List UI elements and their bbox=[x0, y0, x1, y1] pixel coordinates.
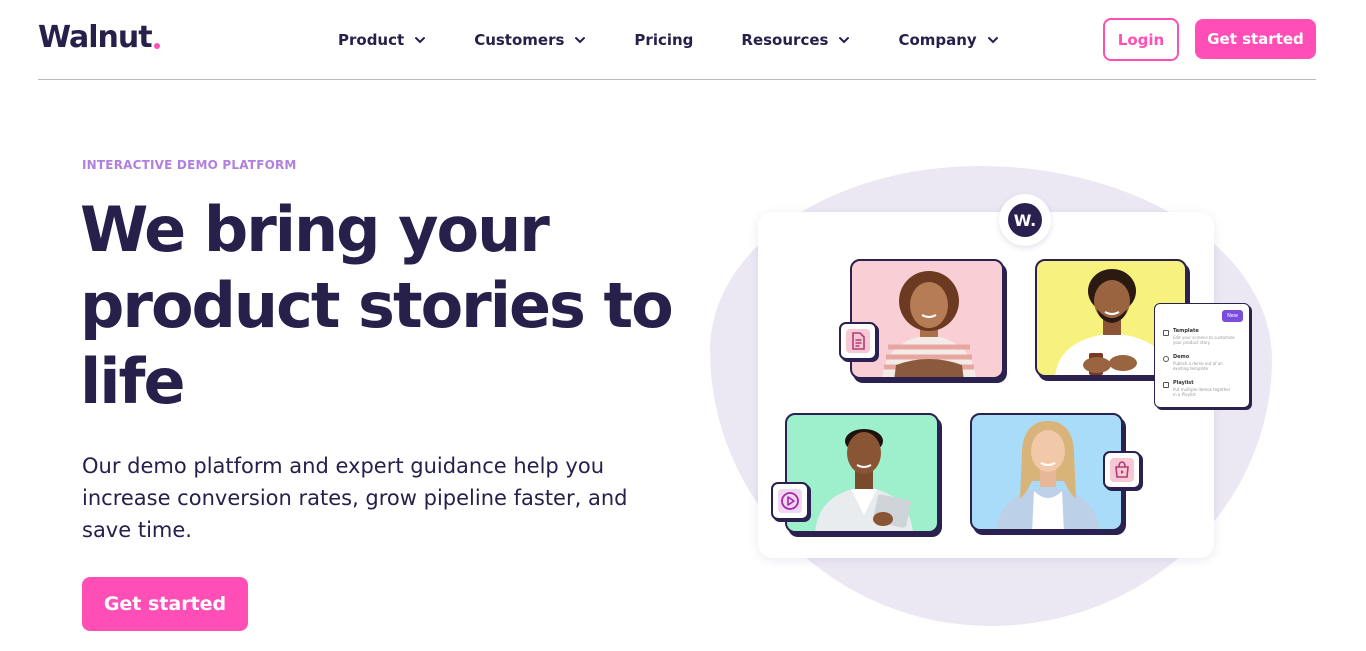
nav-item-pricing[interactable]: Pricing bbox=[634, 30, 693, 50]
site-header: Walnut Product Customers Pricing Resourc… bbox=[38, 0, 1316, 80]
chevron-down-icon bbox=[415, 37, 426, 44]
document-icon bbox=[846, 329, 870, 353]
menu-item-desc: Put multiple demos together in a Playlis… bbox=[1173, 387, 1231, 397]
hero-eyebrow: INTERACTIVE DEMO PLATFORM bbox=[82, 158, 297, 172]
person-illustration bbox=[815, 429, 913, 531]
person-tile-pink bbox=[850, 259, 1004, 379]
walnut-badge: W. bbox=[999, 194, 1051, 246]
menu-item-title: Demo bbox=[1173, 354, 1190, 360]
chevron-down-icon bbox=[839, 37, 850, 44]
person-illustration bbox=[882, 271, 976, 377]
login-button[interactable]: Login bbox=[1103, 18, 1179, 61]
hero-subtext: Our demo platform and expert guidance he… bbox=[82, 454, 628, 542]
menu-item-title: Template bbox=[1173, 328, 1199, 334]
menu-item-title: Playlist bbox=[1173, 380, 1194, 386]
play-icon-chip bbox=[771, 482, 809, 520]
chevron-down-icon bbox=[575, 37, 586, 44]
menu-item-desc: Edit your screens to customize your prod… bbox=[1173, 335, 1235, 345]
nav-item-label: Product bbox=[338, 31, 405, 49]
hero-headline: We bring your product stories to life bbox=[80, 193, 674, 418]
play-icon bbox=[778, 489, 802, 513]
menu-item-desc: Publish a demo out of an existing templa… bbox=[1173, 361, 1223, 371]
header-get-started-button[interactable]: Get started bbox=[1195, 19, 1316, 59]
logo-dot-icon bbox=[153, 43, 160, 49]
nav-item-label: Company bbox=[898, 31, 977, 49]
new-button-label: New bbox=[1227, 313, 1238, 319]
layers-icon bbox=[1163, 330, 1169, 336]
document-icon-chip bbox=[839, 322, 877, 360]
shopping-bag-icon bbox=[1110, 458, 1134, 482]
nav-item-resources[interactable]: Resources bbox=[741, 30, 850, 50]
menu-item-demo: Demo Publish a demo out of an existing t… bbox=[1163, 354, 1235, 371]
person-tile-blue bbox=[970, 413, 1123, 531]
play-icon bbox=[1163, 356, 1169, 362]
menu-item-template: Template Edit your screens to customize … bbox=[1163, 328, 1235, 345]
menu-item-playlist: Playlist Put multiple demos together in … bbox=[1163, 380, 1235, 397]
nav-item-label: Customers bbox=[474, 31, 565, 49]
create-menu-card: New Template Edit your screens to custom… bbox=[1154, 303, 1250, 408]
bag-icon-chip bbox=[1103, 451, 1141, 489]
nav-item-company[interactable]: Company bbox=[898, 30, 998, 50]
nav-item-label: Resources bbox=[741, 31, 829, 49]
playlist-icon bbox=[1163, 382, 1169, 388]
walnut-logo[interactable]: Walnut bbox=[38, 20, 160, 56]
person-illustration bbox=[996, 421, 1100, 529]
hero-get-started-button[interactable]: Get started bbox=[82, 577, 248, 631]
nav-item-customers[interactable]: Customers bbox=[474, 30, 586, 50]
logo-text: Walnut bbox=[38, 20, 153, 55]
new-button: New bbox=[1222, 310, 1243, 322]
walnut-badge-letter: W. bbox=[1008, 203, 1042, 237]
chevron-down-icon bbox=[987, 37, 998, 44]
nav-item-product[interactable]: Product bbox=[338, 30, 426, 50]
nav-item-label: Pricing bbox=[634, 31, 694, 49]
hero-illustration: W. New Template Edit your screens to cus… bbox=[700, 160, 1300, 640]
main-nav: Product Customers Pricing Resources Comp… bbox=[338, 30, 1047, 50]
